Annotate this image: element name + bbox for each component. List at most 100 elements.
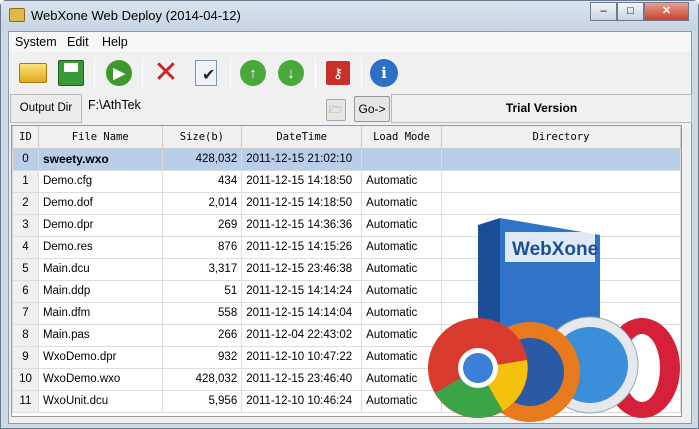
app-icon (9, 8, 25, 22)
browse-folder-button[interactable]: 🗁 (326, 99, 346, 121)
cell-id: 9 (12, 345, 39, 369)
cell-size: 428,032 (161, 367, 243, 391)
cell-datetime: 2011-12-15 23:46:40 (241, 367, 363, 391)
cell-datetime: 2011-12-15 21:02:10 (241, 147, 363, 171)
cell-load-mode: Automatic (361, 389, 442, 413)
folder-icon (19, 63, 47, 83)
title-bar: WebXone Web Deploy (2014-04-12) – □ ✕ (1, 1, 698, 31)
close-button[interactable]: ✕ (644, 2, 689, 21)
file-table: ID File Name Size(b) DateTime Load Mode Direc… (11, 125, 682, 417)
toolbar-separator (361, 58, 362, 88)
cell-load-mode: Automatic (361, 213, 442, 237)
cell-file-name: Demo.cfg (37, 169, 163, 193)
cell-load-mode: Automatic (361, 235, 442, 259)
cell-datetime: 2011-12-15 14:15:26 (241, 235, 363, 259)
cell-file-name: Demo.dpr (37, 213, 163, 237)
table-row[interactable]: 8 Main.pas 266 2011-12-04 22:43:02 Automatic (12, 323, 681, 347)
cell-id: 4 (12, 235, 39, 259)
table-row[interactable]: 5 Main.dcu 3,317 2011-12-15 23:46:38 Automat… (12, 257, 681, 281)
table-row[interactable]: 3 Demo.dpr 269 2011-12-15 14:36:36 Automatic (12, 213, 681, 237)
delete-button[interactable]: ✕ (150, 58, 182, 88)
minimize-button[interactable]: – (590, 2, 617, 21)
cell-file-name: WxoUnit.dcu (37, 389, 163, 413)
cell-file-name: Main.ddp (37, 279, 163, 303)
menu-help[interactable]: Help (102, 35, 128, 49)
move-up-button[interactable]: ↑ (237, 58, 269, 88)
cell-directory (440, 169, 681, 193)
cell-directory (440, 301, 681, 325)
save-button[interactable] (55, 58, 87, 88)
app-window: WebXone Web Deploy (2014-04-12) – □ ✕ Sy… (0, 0, 699, 429)
save-icon (58, 60, 84, 86)
table-row[interactable]: 10 WxoDemo.wxo 428,032 2011-12-15 23:46:40 A… (12, 367, 681, 391)
cell-load-mode (361, 147, 442, 171)
cell-size: 3,317 (161, 257, 243, 281)
menu-bar: System Edit Help (9, 32, 691, 52)
table-row[interactable]: 11 WxoUnit.dcu 5,956 2011-12-10 10:46:24 Aut… (12, 389, 681, 413)
cell-file-name: WxoDemo.wxo (37, 367, 163, 391)
cell-size: 932 (161, 345, 243, 369)
cell-directory (440, 213, 681, 237)
key-button[interactable]: ⚷ (322, 58, 354, 88)
cell-load-mode: Automatic (361, 169, 442, 193)
toolbar-separator (230, 58, 231, 88)
cell-directory (440, 279, 681, 303)
menu-edit[interactable]: Edit (67, 35, 89, 49)
cell-datetime: 2011-12-15 14:14:04 (241, 301, 363, 325)
cell-id: 5 (12, 257, 39, 281)
cell-file-name: WxoDemo.dpr (37, 345, 163, 369)
maximize-button[interactable]: □ (617, 2, 644, 21)
cell-size: 876 (161, 235, 243, 259)
table-row[interactable]: 2 Demo.dof 2,014 2011-12-15 14:18:50 Automat… (12, 191, 681, 215)
cell-id: 3 (12, 213, 39, 237)
toolbar-separator (94, 58, 95, 88)
open-folder-button[interactable] (17, 58, 49, 88)
run-button[interactable]: ▶ (103, 58, 135, 88)
cell-load-mode: Automatic (361, 279, 442, 303)
cell-datetime: 2011-12-15 14:18:50 (241, 169, 363, 193)
column-header[interactable]: File Name (37, 126, 163, 149)
column-header[interactable]: Size(b) (161, 126, 243, 149)
arrow-down-icon: ↓ (278, 60, 304, 86)
cell-datetime: 2011-12-10 10:47:22 (241, 345, 363, 369)
cell-load-mode: Automatic (361, 323, 442, 347)
table-row[interactable]: 6 Main.ddp 51 2011-12-15 14:14:24 Automatic (12, 279, 681, 303)
column-header[interactable]: DateTime (241, 126, 363, 149)
cell-size: 5,956 (161, 389, 243, 413)
check-button[interactable]: ✔ (190, 58, 222, 88)
cell-id: 1 (12, 169, 39, 193)
cell-size: 434 (161, 169, 243, 193)
toolbar-separator (142, 58, 143, 88)
arrow-up-icon: ↑ (240, 60, 266, 86)
output-dir-input[interactable]: F:\AthTek (88, 98, 141, 112)
cell-datetime: 2011-12-15 14:14:24 (241, 279, 363, 303)
column-header[interactable]: Directory (440, 126, 681, 149)
cell-id: 8 (12, 323, 39, 347)
move-down-button[interactable]: ↓ (275, 58, 307, 88)
table-row[interactable]: 4 Demo.res 876 2011-12-15 14:15:26 Automatic (12, 235, 681, 259)
trial-version-label: Trial Version (391, 94, 692, 123)
cell-directory (440, 389, 681, 413)
cell-load-mode: Automatic (361, 257, 442, 281)
cell-load-mode: Automatic (361, 345, 442, 369)
cell-directory (440, 147, 681, 171)
client-area: System Edit Help ▶ ✕ ✔ ↑ ↓ ⚷ i Output Di… (8, 31, 692, 424)
cell-id: 10 (12, 367, 39, 391)
table-row[interactable]: 1 Demo.cfg 434 2011-12-15 14:18:50 Automatic (12, 169, 681, 193)
cell-load-mode: Automatic (361, 191, 442, 215)
cell-id: 6 (12, 279, 39, 303)
info-button[interactable]: i (368, 58, 400, 88)
table-row[interactable]: 0 sweety.wxo 428,032 2011-12-15 21:02:10 (12, 147, 681, 171)
check-document-icon: ✔ (195, 60, 217, 86)
cell-file-name: Main.dcu (37, 257, 163, 281)
column-header[interactable]: ID (12, 126, 39, 149)
cell-file-name: Main.pas (37, 323, 163, 347)
go-button[interactable]: Go-> (354, 96, 390, 122)
table-row[interactable]: 9 WxoDemo.dpr 932 2011-12-10 10:47:22 Automa… (12, 345, 681, 369)
column-header[interactable]: Load Mode (361, 126, 442, 149)
menu-system[interactable]: System (15, 35, 57, 49)
cell-load-mode: Automatic (361, 301, 442, 325)
table-row[interactable]: 7 Main.dfm 558 2011-12-15 14:14:04 Automatic (12, 301, 681, 325)
cell-size: 269 (161, 213, 243, 237)
cell-directory (440, 191, 681, 215)
